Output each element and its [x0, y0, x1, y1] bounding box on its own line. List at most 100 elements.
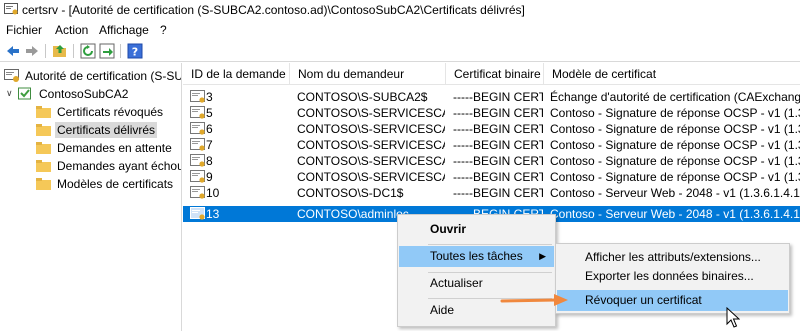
cell-requester: CONTOSO\S-SERVICESCA$	[297, 170, 445, 184]
tree-pane: Autorité de certification (S-SUBCA2 ∨ Co…	[0, 63, 182, 331]
column-header-binary[interactable]: Certificat binaire	[446, 63, 544, 85]
cell-template: Contoso - Serveur Web - 2048 - v1 (1.3.6…	[550, 207, 800, 221]
tree-item-label: Certificats révoqués	[57, 104, 164, 119]
mouse-cursor-icon	[726, 307, 740, 328]
toolbar-separator	[73, 44, 74, 58]
cell-requester: CONTOSO\S-SUBCA2$	[297, 90, 428, 104]
folder-icon	[36, 105, 51, 118]
folder-icon	[36, 159, 51, 172]
menu-separator	[428, 244, 552, 245]
cell-request-id: 6	[206, 122, 213, 136]
cell-request-id: 3	[206, 90, 213, 104]
all-tasks-submenu: Afficher les attributs/extensions... Exp…	[555, 243, 790, 314]
cell-binary: -----BEGIN CERTI...	[453, 170, 543, 184]
title-bar: certsrv - [Autorité de certification (S-…	[0, 0, 800, 20]
cell-template: Contoso - Signature de réponse OCSP - v1…	[550, 154, 800, 168]
folder-icon	[36, 141, 51, 154]
tree-item-label: Demandes en attente	[57, 140, 172, 155]
tree-item-issued[interactable]: Certificats délivrés	[36, 120, 158, 139]
menu-fichier[interactable]: Fichier	[6, 23, 42, 37]
help-icon[interactable]: ?	[127, 43, 143, 59]
menu-item-export-binary[interactable]: Exporter les données binaires...	[557, 266, 788, 287]
cell-binary: -----BEGIN CERTI...	[453, 106, 543, 120]
cell-binary: -----BEGIN CERTI...	[453, 186, 543, 200]
cell-template: Contoso - Signature de réponse OCSP - v1…	[550, 122, 800, 136]
toolbar-separator	[120, 44, 121, 58]
folder-icon	[36, 177, 51, 190]
cell-request-id: 13	[206, 207, 220, 221]
cell-binary: -----BEGIN CERTI...	[453, 122, 543, 136]
menu-item-all-tasks[interactable]: Toutes les tâches ▶	[399, 246, 554, 267]
cell-template: Contoso - Signature de réponse OCSP - v1…	[550, 170, 800, 184]
column-header-template[interactable]: Modèle de certificat	[544, 63, 800, 85]
cell-request-id: 5	[206, 106, 213, 120]
cell-requester: CONTOSO\S-SERVICESCA$	[297, 122, 445, 136]
cell-requester: CONTOSO\S-DC1$	[297, 186, 404, 200]
folder-icon	[36, 123, 51, 136]
certificate-icon	[190, 90, 205, 103]
menu-item-open[interactable]: Ouvrir	[399, 219, 554, 240]
cell-requester: CONTOSO\S-SERVICESCA$	[297, 154, 445, 168]
cell-requester: CONTOSO\S-SERVICESCA$	[297, 138, 445, 152]
table-row[interactable]: 10 CONTOSO\S-DC1$ -----BEGIN CERTI... Co…	[183, 185, 800, 201]
cell-requester: CONTOSO\S-SERVICESCA$	[297, 106, 445, 120]
tree-item-templates[interactable]: Modèles de certificats	[36, 174, 175, 193]
table-row[interactable]: 7 CONTOSO\S-SERVICESCA$ -----BEGIN CERTI…	[183, 137, 800, 153]
certificate-icon	[190, 170, 205, 183]
certificate-icon	[190, 122, 205, 135]
tree-item-label: Modèles de certificats	[57, 176, 174, 191]
column-header-request-id[interactable]: ID de la demande	[183, 63, 290, 85]
table-row[interactable]: 5 CONTOSO\S-SERVICESCA$ -----BEGIN CERTI…	[183, 105, 800, 121]
cell-template: Échange d'autorité de certification (CAE…	[550, 90, 800, 104]
tree-ca-label: ContosoSubCA2	[39, 86, 129, 101]
chevron-down-icon[interactable]: ∨	[6, 88, 16, 99]
cell-request-id: 8	[206, 154, 213, 168]
menu-action[interactable]: Action	[55, 23, 88, 37]
tree-item-label: Demandes ayant échoué	[57, 158, 182, 173]
toolbar: ?	[0, 40, 800, 62]
certificate-icon	[190, 154, 205, 167]
back-icon[interactable]	[5, 43, 21, 59]
certsrv-app-icon	[4, 3, 18, 15]
table-row[interactable]: 6 CONTOSO\S-SERVICESCA$ -----BEGIN CERTI…	[183, 121, 800, 137]
cell-request-id: 10	[206, 186, 220, 200]
table-row[interactable]: 8 CONTOSO\S-SERVICESCA$ -----BEGIN CERTI…	[183, 153, 800, 169]
menu-bar: Fichier Action Affichage ?	[0, 20, 800, 40]
toolbar-separator	[45, 44, 46, 58]
menu-affichage[interactable]: Affichage	[99, 23, 149, 37]
tree-root[interactable]: Autorité de certification (S-SUBCA2	[4, 66, 181, 85]
up-folder-icon[interactable]	[52, 43, 68, 59]
refresh-icon[interactable]	[80, 43, 96, 59]
table-row[interactable]: 9 CONTOSO\S-SERVICESCA$ -----BEGIN CERTI…	[183, 169, 800, 185]
export-icon[interactable]	[99, 43, 115, 59]
window-title: certsrv - [Autorité de certification (S-…	[22, 3, 525, 17]
cell-binary: -----BEGIN CERTI...	[453, 138, 543, 152]
cell-request-id: 9	[206, 170, 213, 184]
menu-item-view-attributes[interactable]: Afficher les attributs/extensions...	[557, 247, 788, 268]
forward-icon[interactable]	[24, 43, 40, 59]
cell-binary: -----BEGIN CERTI...	[453, 90, 543, 104]
ca-server-icon	[18, 87, 31, 99]
cell-request-id: 7	[206, 138, 213, 152]
cell-template: Contoso - Signature de réponse OCSP - v1…	[550, 138, 800, 152]
certificate-icon	[190, 138, 205, 151]
ca-root-icon	[4, 68, 19, 82]
tree-root-label: Autorité de certification (S-SUBCA2	[25, 68, 181, 83]
context-menu: Ouvrir Toutes les tâches ▶ Actualiser Ai…	[397, 214, 556, 327]
svg-text:?: ?	[132, 46, 138, 59]
table-row[interactable]: 3 CONTOSO\S-SUBCA2$ -----BEGIN CERTI... …	[183, 89, 800, 105]
certificate-icon	[190, 207, 205, 220]
menu-item-revoke-certificate[interactable]: Révoquer un certificat	[557, 290, 788, 311]
chevron-right-icon: ▶	[539, 251, 546, 261]
tree-item-label: Certificats délivrés	[55, 121, 158, 138]
annotation-arrow-icon	[500, 294, 568, 306]
cell-template: Contoso - Signature de réponse OCSP - v1…	[550, 106, 800, 120]
menu-help[interactable]: ?	[160, 23, 167, 37]
tree-item-revoked[interactable]: Certificats révoqués	[36, 102, 165, 121]
tree-ca-node[interactable]: ∨ ContosoSubCA2	[6, 84, 130, 103]
tree-item-pending[interactable]: Demandes en attente	[36, 138, 174, 157]
column-header-requester[interactable]: Nom du demandeur	[290, 63, 446, 85]
menu-item-all-tasks-label: Toutes les tâches	[430, 249, 523, 263]
cell-binary: -----BEGIN CERTI...	[453, 154, 543, 168]
tree-item-failed[interactable]: Demandes ayant échoué	[36, 156, 182, 175]
